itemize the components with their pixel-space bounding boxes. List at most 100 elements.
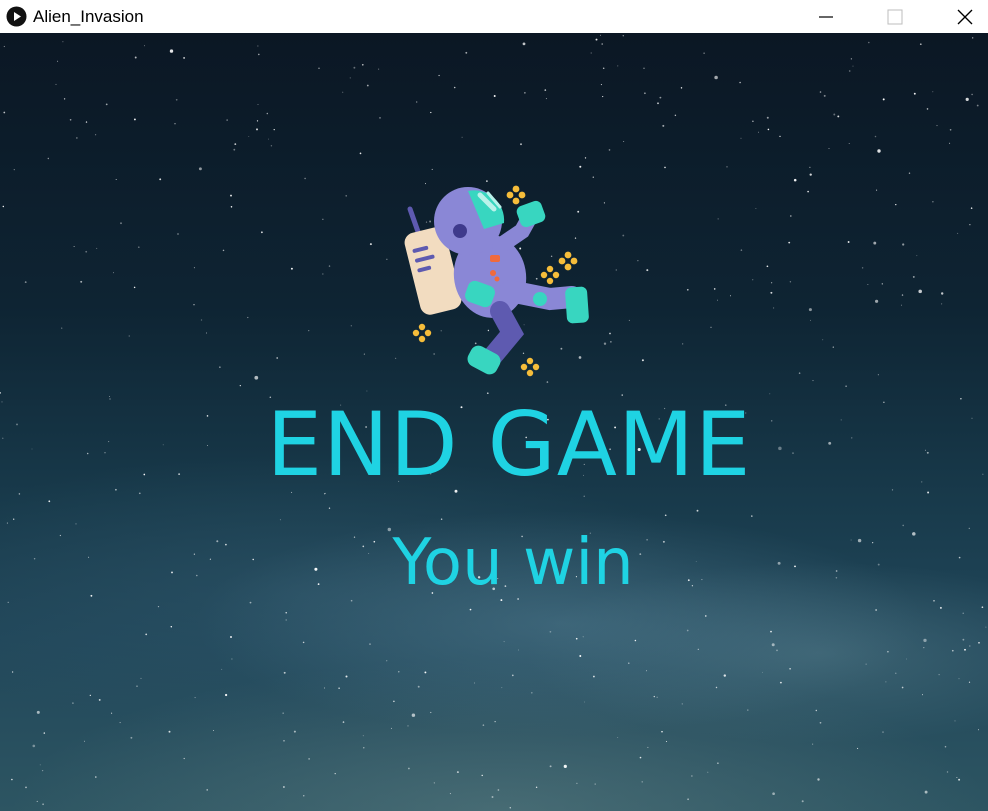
star — [958, 778, 961, 781]
star — [334, 772, 336, 775]
star — [810, 319, 811, 321]
star — [882, 731, 884, 733]
star — [900, 304, 903, 306]
star — [119, 722, 121, 724]
star — [303, 795, 305, 797]
star — [617, 65, 619, 67]
star — [193, 304, 195, 306]
close-button[interactable] — [942, 0, 988, 33]
star — [438, 74, 440, 77]
star — [908, 172, 911, 174]
star — [823, 94, 826, 97]
star — [752, 120, 754, 122]
star — [285, 619, 287, 621]
star — [773, 307, 775, 309]
star — [767, 128, 770, 131]
title-bar[interactable]: Alien_Invasion — [0, 0, 988, 33]
star — [501, 687, 503, 689]
star — [691, 775, 693, 777]
star — [623, 141, 625, 142]
star — [55, 83, 57, 85]
star — [282, 712, 284, 714]
star — [602, 67, 605, 70]
star — [449, 793, 451, 795]
star — [249, 601, 252, 604]
end-game-title: END GAME — [266, 393, 752, 496]
star — [833, 113, 836, 116]
star — [145, 633, 148, 636]
star — [226, 119, 228, 121]
star — [177, 233, 179, 235]
star — [609, 332, 611, 335]
close-icon — [957, 9, 973, 24]
star — [901, 686, 904, 689]
star — [411, 713, 416, 717]
star — [848, 70, 851, 72]
star — [600, 84, 602, 86]
star — [270, 145, 273, 147]
star — [520, 143, 522, 146]
star — [518, 649, 519, 651]
star — [968, 681, 971, 683]
star — [599, 34, 602, 36]
star — [815, 709, 818, 712]
star — [524, 92, 526, 94]
star — [398, 671, 400, 673]
star — [715, 686, 718, 689]
star — [801, 800, 804, 803]
star — [976, 104, 979, 107]
star — [183, 757, 185, 760]
star — [686, 288, 689, 291]
star — [98, 698, 101, 701]
star — [474, 682, 476, 684]
star — [342, 721, 345, 723]
star — [789, 215, 792, 217]
star — [762, 671, 763, 673]
star — [608, 149, 611, 151]
star — [219, 366, 221, 368]
star — [832, 346, 834, 348]
star — [601, 43, 603, 45]
star — [957, 232, 959, 234]
star — [850, 58, 853, 60]
star — [353, 66, 356, 69]
star — [349, 77, 351, 79]
star — [936, 125, 938, 127]
star — [47, 157, 49, 160]
star — [11, 671, 14, 673]
star — [256, 120, 259, 122]
star — [970, 207, 973, 209]
star — [221, 668, 223, 670]
star — [932, 201, 934, 203]
star — [212, 730, 214, 732]
star — [610, 341, 612, 343]
star — [819, 721, 822, 724]
star — [962, 612, 964, 614]
star — [981, 606, 984, 609]
star — [57, 60, 59, 62]
star — [231, 658, 233, 660]
star — [386, 660, 388, 662]
star — [168, 730, 171, 733]
star — [261, 231, 263, 234]
star — [456, 771, 459, 774]
star — [95, 134, 97, 136]
star — [433, 782, 435, 784]
star — [378, 68, 380, 70]
star — [318, 67, 320, 70]
star — [637, 260, 639, 262]
star — [912, 275, 915, 278]
star — [789, 281, 792, 283]
star — [0, 392, 1, 394]
game-canvas[interactable]: END GAME You win — [0, 33, 988, 811]
maximize-button[interactable] — [872, 0, 918, 33]
star — [304, 177, 306, 180]
star — [440, 518, 443, 520]
star — [885, 681, 887, 683]
star — [24, 281, 27, 284]
star — [345, 195, 347, 197]
star — [3, 111, 6, 114]
star — [788, 241, 791, 244]
star — [247, 316, 249, 319]
minimize-button[interactable] — [803, 0, 849, 33]
